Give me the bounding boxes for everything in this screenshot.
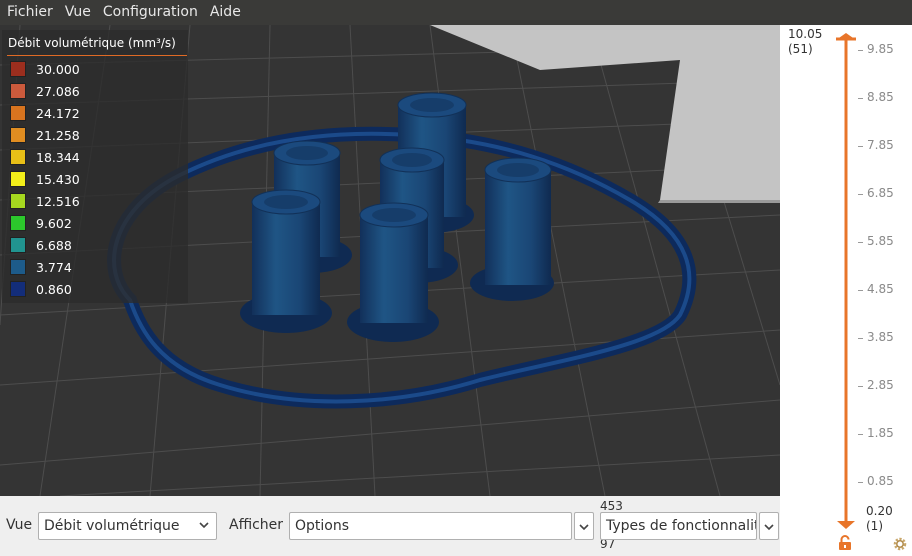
stat-top: 453 [600,499,623,513]
menu-view[interactable]: Vue [59,0,97,25]
tick-label: 6.85 [867,186,894,200]
legend-item: 0.860 [10,280,72,298]
legend-item: 3.774 [10,258,72,276]
slider-bottom-value: 0.20 [866,504,893,518]
layer-slider-panel: 10.05 (51) 9.85 8.85 7.85 6.85 5.85 4.85… [780,25,912,556]
tick-label: 2.85 [867,378,894,392]
feature-types-value: Types de fonctionnalit [606,518,757,534]
menu-file[interactable]: Fichier [0,0,59,25]
show-label: Afficher [229,517,284,533]
tick-label: 3.85 [867,330,894,344]
tick-label: 5.85 [867,234,894,248]
chevron-down-icon [579,524,589,531]
tick-label: 4.85 [867,282,894,296]
tick-label: 9.85 [867,42,894,56]
legend-swatch [10,193,26,209]
gear-icon[interactable] [892,536,908,552]
legend-swatch [10,281,26,297]
legend-swatch [10,149,26,165]
tick-label: 7.85 [867,138,894,152]
legend-title: Débit volumétrique (mm³/s) [8,36,176,50]
preview-toolbar: Vue Débit volumétrique Afficher Options … [0,496,780,556]
printed-part [240,189,332,333]
lock-icon[interactable] [838,535,852,551]
legend-item: 18.344 [10,148,80,166]
legend-item: 9.602 [10,214,72,232]
feature-types-select[interactable]: Types de fonctionnalit [600,512,757,540]
legend-divider [7,55,187,56]
legend-swatch [10,83,26,99]
legend-swatch [10,105,26,121]
options-dropdown-button[interactable] [574,512,594,540]
slider-bottom-handle[interactable] [837,521,855,529]
legend-swatch [10,237,26,253]
legend-item: 24.172 [10,104,80,122]
legend-swatch [10,171,26,187]
legend-item: 27.086 [10,82,80,100]
legend-swatch [10,61,26,77]
view-label: Vue [6,517,33,533]
tick-label: 1.85 [867,426,894,440]
legend-swatch [10,259,26,275]
printed-part [347,202,439,342]
menu-bar: Fichier Vue Configuration Aide [0,0,912,25]
options-select[interactable]: Options [289,512,572,540]
menu-configuration[interactable]: Configuration [97,0,204,25]
feature-types-dropdown-button[interactable] [759,512,779,540]
legend-item: 30.000 [10,60,80,78]
tick-label: 8.85 [867,90,894,104]
slider-bottom-layer: (1) [866,519,883,533]
tick-label: 0.85 [867,474,894,488]
legend-panel: Débit volumétrique (mm³/s) 30.000 27.086… [2,30,188,303]
legend-item: 21.258 [10,126,80,144]
legend-item: 6.688 [10,236,72,254]
legend-item: 15.430 [10,170,80,188]
legend-swatch [10,127,26,143]
chevron-down-icon [764,524,774,531]
chevron-down-icon [199,522,209,529]
view-type-select[interactable]: Débit volumétrique [38,512,217,540]
legend-swatch [10,215,26,231]
menu-help[interactable]: Aide [204,0,247,25]
legend-item: 12.516 [10,192,80,210]
3d-preview-viewport[interactable]: Débit volumétrique (mm³/s) 30.000 27.086… [0,25,780,496]
view-type-value: Débit volumétrique [44,518,180,534]
options-value: Options [295,518,350,534]
